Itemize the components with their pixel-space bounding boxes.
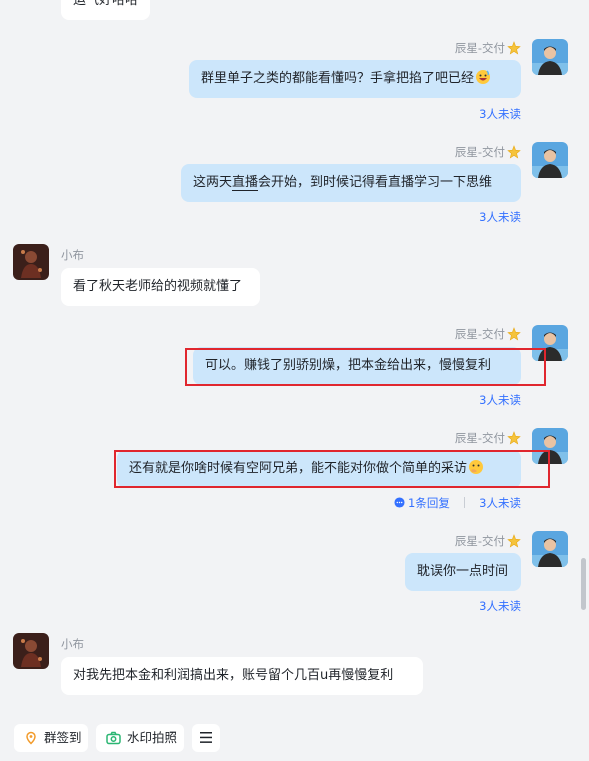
sender-name: 辰星-交付	[455, 326, 521, 342]
sender-name: 辰星-交付	[455, 430, 521, 446]
camera-icon	[106, 731, 121, 745]
watermark-photo-button[interactable]: 水印拍照	[96, 724, 184, 752]
unread-count[interactable]: 3人未读	[479, 209, 521, 225]
message-bubble[interactable]: 对我先把本金和利润搞出来，账号留个几百u再慢慢复利	[61, 657, 423, 695]
sender-name: 小布	[61, 637, 84, 651]
avatar[interactable]	[532, 39, 568, 75]
unread-count[interactable]: 3人未读	[479, 392, 521, 408]
unread-count[interactable]: 3人未读	[479, 598, 521, 614]
crown-badge-icon	[507, 41, 521, 55]
reply-bubble-icon	[394, 497, 405, 508]
crown-badge-icon	[507, 327, 521, 341]
hamburger-menu-icon	[200, 732, 212, 743]
avatar[interactable]	[532, 142, 568, 178]
sender-name: 辰星-交付	[455, 533, 521, 549]
crown-badge-icon	[507, 534, 521, 548]
checkin-button[interactable]: 群签到	[14, 724, 88, 752]
more-menu-button[interactable]	[192, 724, 220, 752]
grin-sweat-emoji-icon	[476, 70, 491, 84]
reply-link[interactable]: 1条回复	[394, 495, 450, 511]
link-text[interactable]: 直播	[232, 175, 259, 191]
sender-name: 辰星-交付	[455, 40, 521, 56]
unread-count[interactable]: 3人未读	[479, 106, 521, 122]
sender-name: 小布	[61, 248, 84, 262]
avatar[interactable]	[13, 244, 49, 280]
message-bubble[interactable]: 群里单子之类的都能看懂吗？手拿把掐了吧已经	[189, 60, 521, 98]
scrollbar-thumb[interactable]	[581, 558, 586, 610]
avatar[interactable]	[532, 531, 568, 567]
message-bubble-partial: 运气好哈哈	[61, 0, 151, 20]
message-bubble[interactable]: 看了秋天老师给的视频就懂了	[61, 268, 260, 306]
message-bubble[interactable]: 耽误你一点时间	[405, 553, 521, 591]
crown-badge-icon	[507, 145, 521, 159]
unread-count[interactable]: 3人未读	[479, 495, 521, 511]
highlight-box	[114, 450, 550, 488]
divider	[464, 497, 465, 508]
highlight-box	[185, 348, 546, 386]
sender-name: 辰星-交付	[455, 144, 521, 160]
location-pin-icon	[26, 731, 36, 745]
avatar[interactable]	[13, 633, 49, 669]
message-bubble[interactable]: 这两天直播会开始，到时候记得看直播学习一下思维	[181, 164, 521, 202]
crown-badge-icon	[507, 431, 521, 445]
